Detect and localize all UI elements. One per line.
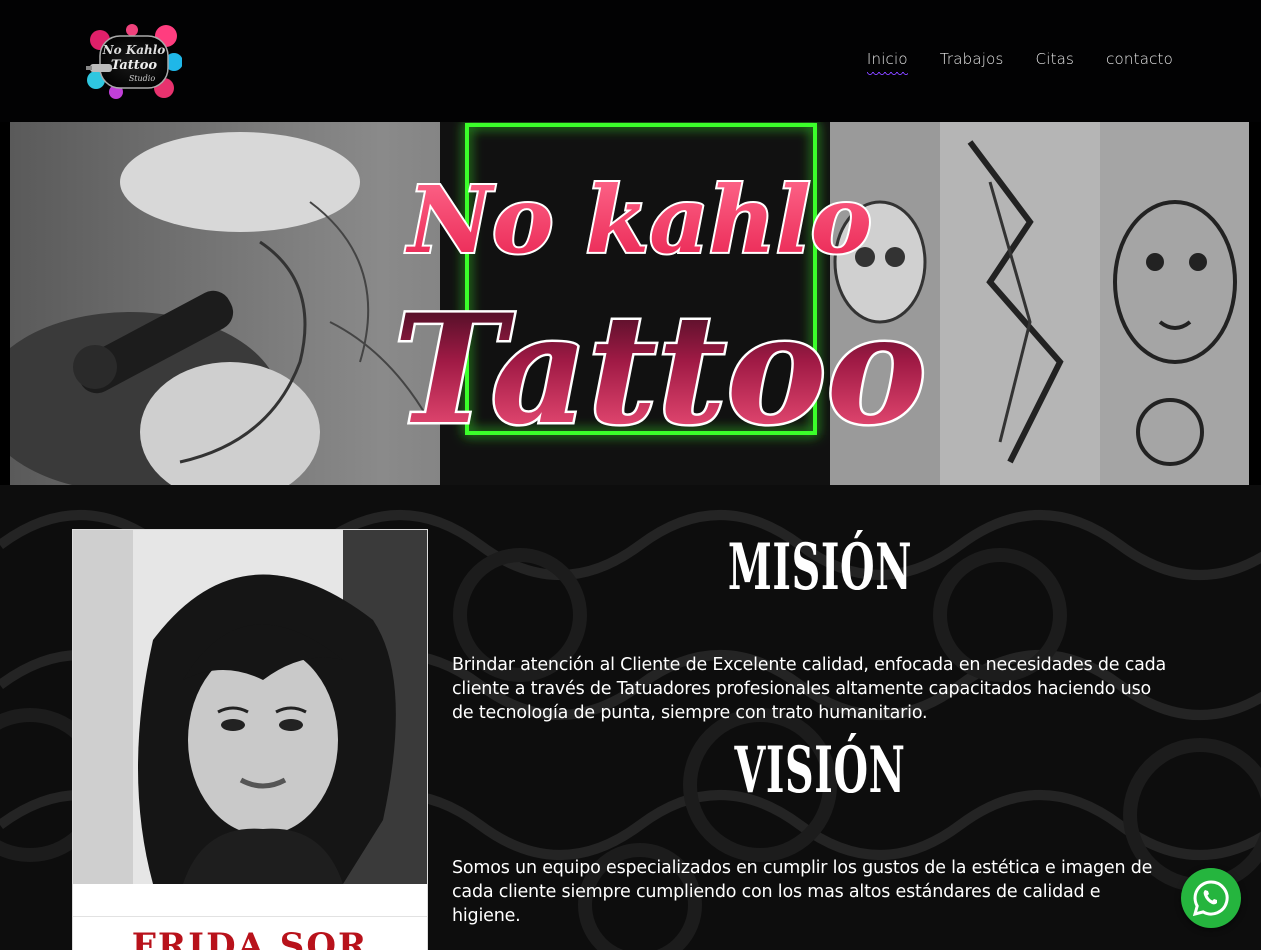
artist-photo [73, 530, 427, 884]
nav-inicio[interactable]: Inicio [866, 50, 908, 77]
hero-banner: No kahlo Tattoo [10, 122, 1249, 485]
artist-card[interactable]: FRIDA SOR [72, 529, 428, 950]
svg-text:Studio: Studio [129, 74, 156, 83]
artist-name: FRIDA SOR [131, 926, 369, 950]
hero-image: No kahlo Tattoo [10, 122, 1249, 485]
nav-citas[interactable]: Citas [1036, 50, 1075, 68]
main-nav: Inicio Trabajos Citas contacto [866, 50, 1173, 77]
hero-title-line2: Tattoo [393, 282, 926, 458]
vision-title: VISIÓN [734, 733, 906, 808]
mision-title: MISIÓN [727, 530, 913, 605]
studio-logo[interactable]: No Kahlo Tattoo Studio [86, 22, 183, 100]
whatsapp-button[interactable] [1181, 868, 1241, 928]
svg-text:No Kahlo: No Kahlo [102, 43, 166, 57]
svg-text:Tattoo: Tattoo [111, 58, 158, 73]
site-header: No Kahlo Tattoo Studio Inicio Trabajos C… [0, 0, 1261, 122]
nav-contacto[interactable]: contacto [1106, 50, 1173, 68]
nav-trabajos[interactable]: Trabajos [940, 50, 1004, 68]
vision-text: Somos un equipo especializados en cumpli… [452, 858, 1153, 926]
page: No Kahlo Tattoo Studio Inicio Trabajos C… [0, 0, 1261, 950]
about-section: FRIDA SOR MISIÓN Brindar atención al Cli… [0, 485, 1261, 950]
hero-title-line1: No kahlo [405, 166, 872, 274]
mision-text: Brindar atención al Cliente de Excelente… [452, 655, 1167, 723]
card-divider [73, 916, 427, 917]
whatsapp-icon [1192, 880, 1229, 917]
